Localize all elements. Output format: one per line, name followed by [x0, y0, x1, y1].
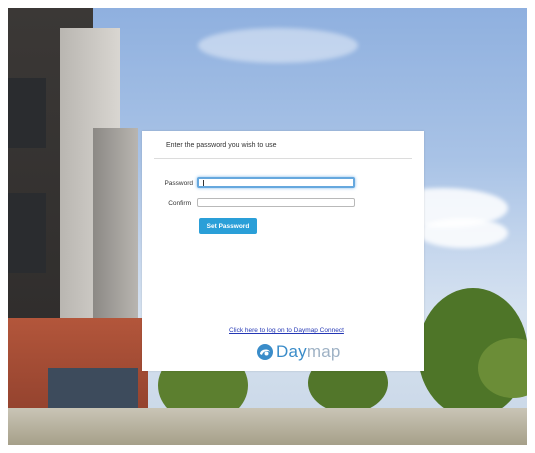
- daymap-connect-link[interactable]: Click here to log on to Daymap Connect: [229, 327, 344, 334]
- dialog-heading: Enter the password you wish to use: [166, 142, 277, 149]
- password-input[interactable]: [197, 177, 355, 188]
- set-password-dialog: Enter the password you wish to use Passw…: [142, 131, 424, 371]
- text-caret: [203, 180, 204, 186]
- cloud: [198, 28, 358, 63]
- building-window: [48, 368, 138, 408]
- daymap-swirl-icon: [257, 344, 273, 360]
- confirm-label: Confirm: [168, 200, 191, 207]
- logo-text-day: Day: [276, 342, 307, 361]
- ground: [8, 408, 527, 445]
- password-label: Password: [164, 180, 193, 187]
- divider: [154, 158, 412, 159]
- daymap-logo: Daymap: [256, 342, 341, 362]
- set-password-button[interactable]: Set Password: [199, 218, 257, 234]
- cloud: [418, 218, 508, 248]
- logo-text: Daymap: [276, 342, 341, 362]
- confirm-input[interactable]: [197, 198, 355, 207]
- logo-text-map: map: [306, 342, 341, 361]
- building-window: [8, 193, 46, 273]
- building-window: [8, 78, 46, 148]
